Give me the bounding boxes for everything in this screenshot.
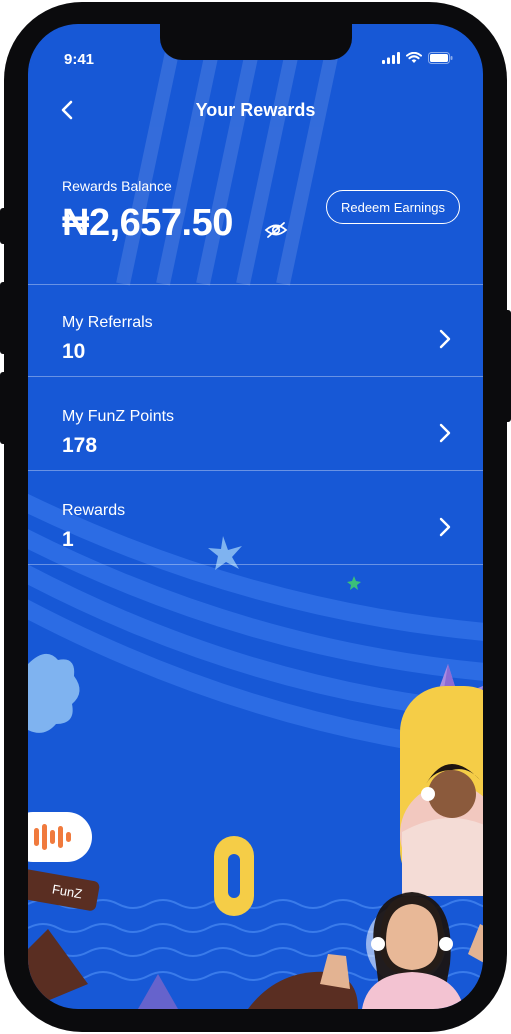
status-time: 9:41 [64,51,95,68]
small-star-shape [347,576,361,590]
balance-amount: ₦2,657.50 [62,202,233,244]
wifi-icon [406,52,422,63]
row-value: 1 [62,528,74,551]
eye-off-icon [264,222,288,238]
divider [28,564,483,565]
redeem-earnings-button[interactable]: Redeem Earnings [326,190,460,224]
balance-label: Rewards Balance [62,178,172,194]
funz-points-row[interactable]: My FunZ Points 178 [28,377,483,469]
battery-icon [428,52,453,64]
notch [160,24,352,60]
status-icons [382,52,453,64]
row-label: My Referrals [62,314,153,331]
chevron-right-icon [439,517,451,537]
row-value: 10 [62,340,86,363]
signal-icon [382,52,400,64]
chevron-right-icon [439,423,451,443]
page-title: Your Rewards [195,100,316,120]
person-head-1 [428,770,476,818]
chevron-right-icon [439,329,451,349]
blob-shape [28,653,80,733]
referrals-row[interactable]: My Referrals 10 [28,285,483,377]
row-value: 178 [62,434,98,457]
row-label: My FunZ Points [62,408,175,425]
rewards-row[interactable]: Rewards 1 [28,471,483,563]
row-label: Rewards [62,502,126,519]
toggle-balance-visibility[interactable] [264,220,288,240]
app-screen: 9:41 Your Rewards Rewards Balance ₦2,657… [28,24,483,1009]
